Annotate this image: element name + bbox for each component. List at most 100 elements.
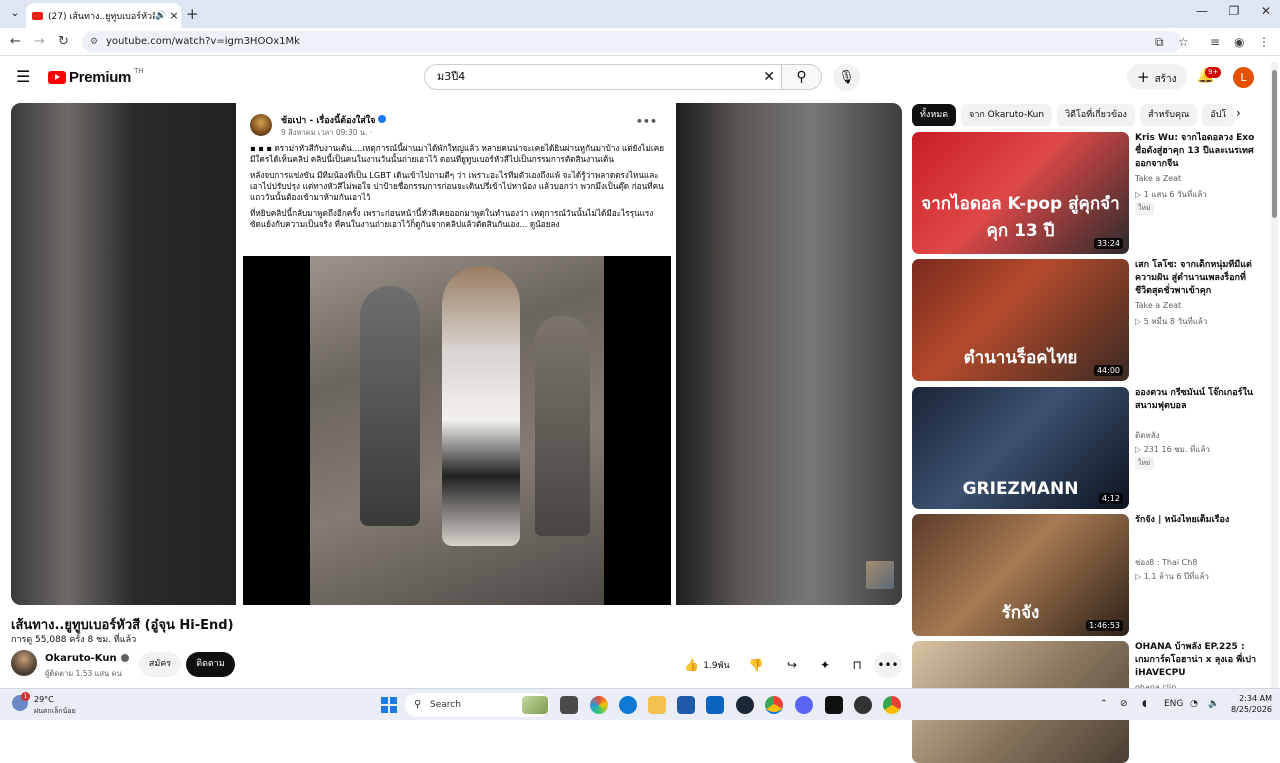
ask-ai-button[interactable]: ✦ xyxy=(811,652,839,678)
outlook-icon[interactable] xyxy=(706,696,724,714)
filter-chips: ทั้งหมด จาก Okaruto-Kun วิดีโอที่เกี่ยวข้อ… xyxy=(912,102,1257,126)
browser-menu-icon[interactable]: ⋮ xyxy=(1258,35,1270,49)
video-meta[interactable]: การดู 55,088 ครั้ง 8 ชม. ที่แล้ว xyxy=(11,632,136,646)
weather-description: ฝนตกเล็กน้อย xyxy=(34,707,76,715)
voice-search-icon[interactable]: 🎙 xyxy=(833,64,860,91)
tab-search-icon[interactable]: ⌄ xyxy=(6,5,24,23)
subscribe-button[interactable]: ติดตาม xyxy=(186,652,235,677)
windows-start-icon[interactable] xyxy=(381,697,397,713)
speaker-icon[interactable]: 🔊 xyxy=(155,11,167,21)
profile-icon[interactable]: ◉ xyxy=(1234,35,1244,49)
like-button[interactable]: 👍 1.9พัน xyxy=(672,652,742,678)
widgets-app-icon[interactable] xyxy=(522,696,548,714)
app-icon[interactable] xyxy=(825,696,843,714)
discord-icon[interactable] xyxy=(795,696,813,714)
video-thumbnail[interactable]: GRIEZMANN 4:12 xyxy=(912,387,1129,509)
recommended-channel[interactable]: Take a Zeat xyxy=(1135,174,1181,183)
verified-check-icon xyxy=(120,654,129,662)
obs-icon[interactable] xyxy=(854,696,872,714)
file-explorer-icon[interactable] xyxy=(648,696,666,714)
tab-close-icon[interactable]: × xyxy=(167,9,181,22)
channel-name-text: Okaruto-Kun xyxy=(45,653,117,664)
tray-overflow-icon[interactable]: ⌃ xyxy=(1100,699,1108,709)
account-avatar[interactable]: L xyxy=(1233,67,1254,88)
search-input[interactable]: ม3ปี4 ✕ xyxy=(424,64,782,90)
recommended-video[interactable]: จากไอดอล K-pop สู่คุกจำคุก 13 ปี 33:24 Kri… xyxy=(912,132,1262,254)
media-controls-icon[interactable]: ≡ xyxy=(1210,35,1220,49)
reload-icon[interactable]: ↻ xyxy=(58,34,69,49)
share-button[interactable]: ↪ xyxy=(778,652,806,678)
window-close-icon[interactable]: ✕ xyxy=(1248,4,1280,18)
recommended-title[interactable]: Kris Wu: จากไอดอลวง Exo ชื่อดังสู่ฮาคุก … xyxy=(1135,132,1262,171)
youtube-premium-logo[interactable]: Premium TH xyxy=(48,67,144,86)
channel-watermark[interactable] xyxy=(866,561,894,589)
clear-search-icon[interactable]: ✕ xyxy=(763,65,775,89)
hamburger-menu-icon[interactable]: ☰ xyxy=(16,67,30,86)
search-button[interactable]: ⚲ xyxy=(782,64,822,90)
duration-badge: 33:24 xyxy=(1093,238,1123,249)
recommended-title[interactable]: อองตวน กรีซมันน์ โจ๊กเกอร์ในสนามฟุตบอล xyxy=(1135,387,1262,413)
scrollbar-thumb[interactable] xyxy=(1272,70,1277,218)
task-view-icon[interactable] xyxy=(560,696,578,714)
url-field[interactable]: ⚙ youtube.com/watch?v=igm3HOOx1Mk xyxy=(82,31,1182,53)
video-scene xyxy=(310,256,604,605)
language-indicator[interactable]: ENG xyxy=(1164,699,1183,709)
network-off-icon[interactable]: ⊘ xyxy=(1120,699,1128,709)
thumbs-up-icon: 👍 xyxy=(684,658,700,672)
post-date: 9 สิงหาคม เวลา 09:30 น. · xyxy=(281,128,373,137)
recommended-channel[interactable]: ติดหลัง xyxy=(1135,429,1159,442)
video-thumbnail[interactable]: รักจัง 1:46:53 xyxy=(912,514,1129,636)
store-icon[interactable] xyxy=(677,696,695,714)
bookmark-star-icon[interactable]: ☆ xyxy=(1178,35,1189,49)
recommended-channel[interactable]: Take a Zeat xyxy=(1135,301,1181,310)
channel-avatar[interactable] xyxy=(11,650,37,676)
post-paragraph: ▪ ▪ ▪ ดราม่าหัวสีกับงานเต้น....เหตุการณ์… xyxy=(250,143,665,164)
chip-related[interactable]: วิดีโอที่เกี่ยวข้อง xyxy=(1057,104,1135,126)
more-actions-button[interactable]: ••• xyxy=(874,652,902,678)
chip-uploaded[interactable]: อัปโ xyxy=(1202,104,1235,126)
recommended-channel[interactable]: ช่อง8 : Thai Ch8 xyxy=(1135,556,1197,569)
video-player[interactable]: ช้อเปา - เรื่องนี้ต้องใส่ใจ 9 สิงหาคม เว… xyxy=(11,103,902,605)
install-app-icon[interactable]: ⧉ xyxy=(1155,35,1164,50)
minimize-icon[interactable]: — xyxy=(1184,4,1220,18)
page-scrollbar[interactable] xyxy=(1271,62,1278,688)
recommended-video[interactable]: ตำนานร็อคไทย 44:00 เสก โลโซ: จากเด็กหนุ่มท… xyxy=(912,259,1262,381)
create-button[interactable]: + สร้าง xyxy=(1127,64,1187,90)
browser-tab[interactable]: (27) เส้นทาง..ยูทูบเบอร์หัวสี (อู๋จุ... … xyxy=(26,3,181,28)
recommended-video[interactable]: รักจัง 1:46:53 รักจัง | หนังไทยเต็มเรื่องช… xyxy=(912,514,1262,636)
channel-name[interactable]: Okaruto-Kun xyxy=(45,653,129,664)
volume-icon[interactable]: 🔈 xyxy=(1208,699,1219,709)
back-icon[interactable]: ← xyxy=(10,34,21,49)
save-button[interactable]: ⊓ xyxy=(843,652,871,678)
youtube-play-icon xyxy=(48,71,66,84)
join-button[interactable]: สมัคร xyxy=(139,652,181,677)
wifi-icon[interactable]: ◔ xyxy=(1190,699,1198,709)
copilot-icon[interactable] xyxy=(590,696,608,714)
chip-all[interactable]: ทั้งหมด xyxy=(912,104,957,126)
steam-icon[interactable] xyxy=(736,696,754,714)
recommended-title[interactable]: รักจัง | หนังไทยเต็มเรื่อง xyxy=(1135,514,1262,527)
video-thumbnail[interactable]: ตำนานร็อคไทย 44:00 xyxy=(912,259,1129,381)
system-clock[interactable]: 2:34 AM 8/25/2026 xyxy=(1222,693,1272,715)
recommended-video[interactable]: GRIEZMANN 4:12 อองตวน กรีซมันน์ โจ๊กเกอร์ใ… xyxy=(912,387,1262,509)
thumbnail-caption: GRIEZMANN xyxy=(962,479,1079,499)
chevron-right-icon[interactable]: › xyxy=(1236,106,1241,120)
recommended-stats: ▷ 5 หมื่น 8 วันที่แล้ว xyxy=(1135,317,1208,326)
chrome-icon[interactable] xyxy=(765,696,783,714)
post-header: ช้อเปา - เรื่องนี้ต้องใส่ใจ 9 สิงหาคม เว… xyxy=(250,111,665,141)
chip-from-channel[interactable]: จาก Okaruto-Kun xyxy=(961,104,1053,126)
audio-icon[interactable]: ◖ xyxy=(1142,699,1147,709)
person-figure xyxy=(360,286,420,526)
site-info-icon[interactable]: ⚙ xyxy=(90,31,98,53)
maximize-icon[interactable]: ❐ xyxy=(1216,4,1252,18)
dislike-button[interactable]: 👎 xyxy=(744,652,768,678)
recommended-title[interactable]: เสก โลโซ: จากเด็กหนุ่มที่มีแต่ความฝัน สู… xyxy=(1135,259,1262,298)
video-thumbnail[interactable]: จากไอดอล K-pop สู่คุกจำคุก 13 ปี 33:24 xyxy=(912,132,1129,254)
recommended-title[interactable]: OHANA บ้าพลัง EP.225 : เกมการ์ดโอฮาน่า x… xyxy=(1135,641,1262,680)
edge-browser-icon[interactable] xyxy=(619,696,637,714)
chip-for-you[interactable]: สำหรับคุณ xyxy=(1139,104,1198,126)
chrome-profile-icon[interactable] xyxy=(883,696,901,714)
post-author: ช้อเปา - เรื่องนี้ต้องใส่ใจ xyxy=(281,113,387,127)
new-tab-icon[interactable]: + xyxy=(186,5,199,23)
forward-icon[interactable]: → xyxy=(34,34,45,49)
